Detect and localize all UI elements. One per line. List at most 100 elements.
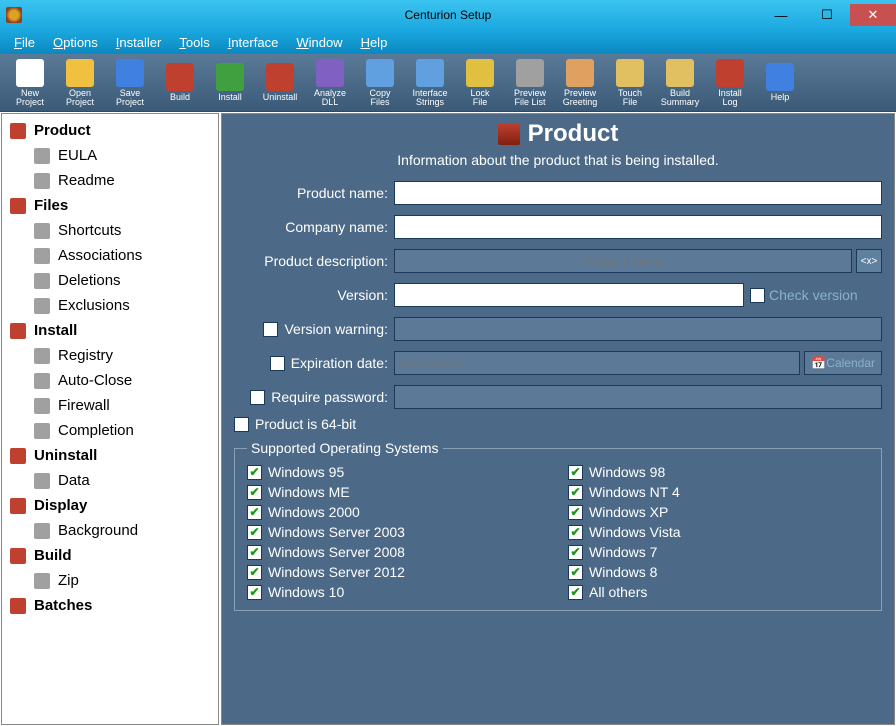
os-checkbox[interactable]: ✔ [568, 585, 583, 600]
os-checkbox[interactable]: ✔ [568, 485, 583, 500]
os-item-windows-nt-4[interactable]: ✔Windows NT 4 [568, 484, 869, 500]
sidebar-item-readme[interactable]: Readme [2, 168, 218, 193]
sidebar-item-build[interactable]: Build [2, 543, 218, 568]
product-name-input[interactable] [394, 181, 882, 205]
sidebar-item-uninstall[interactable]: Uninstall [2, 443, 218, 468]
os-checkbox[interactable]: ✔ [247, 505, 262, 520]
os-checkbox[interactable]: ✔ [568, 545, 583, 560]
close-button[interactable]: ✕ [850, 4, 896, 26]
os-item-windows-7[interactable]: ✔Windows 7 [568, 544, 869, 560]
company-name-input[interactable] [394, 215, 882, 239]
toolbar-uninstall[interactable]: Uninstall [256, 57, 304, 109]
sidebar-item-display[interactable]: Display [2, 493, 218, 518]
page-subtitle: Information about the product that is be… [234, 152, 882, 168]
toolbar-install-log[interactable]: Install Log [706, 57, 754, 109]
toolbar-label: Analyze DLL [314, 89, 346, 107]
os-item-windows-98[interactable]: ✔Windows 98 [568, 464, 869, 480]
sidebar-item-auto-close[interactable]: Auto-Close [2, 368, 218, 393]
sidebar-item-associations[interactable]: Associations [2, 243, 218, 268]
sidebar-item-files[interactable]: Files [2, 193, 218, 218]
toolbar-lock-file[interactable]: Lock File [456, 57, 504, 109]
is-64bit-checkbox[interactable] [234, 417, 249, 432]
toolbar-icon [416, 59, 444, 87]
os-checkbox[interactable]: ✔ [568, 565, 583, 580]
toolbar-save-project[interactable]: Save Project [106, 57, 154, 109]
toolbar-preview-file list[interactable]: Preview File List [506, 57, 554, 109]
os-item-windows-server-2012[interactable]: ✔Windows Server 2012 [247, 564, 548, 580]
menu-interface[interactable]: Interface [220, 33, 287, 52]
password-input[interactable] [394, 385, 882, 409]
os-checkbox[interactable]: ✔ [568, 465, 583, 480]
toolbar-preview-greeting[interactable]: Preview Greeting [556, 57, 604, 109]
sidebar-item-data[interactable]: Data [2, 468, 218, 493]
os-checkbox[interactable]: ✔ [247, 545, 262, 560]
os-item-windows-8[interactable]: ✔Windows 8 [568, 564, 869, 580]
os-item-windows-vista[interactable]: ✔Windows Vista [568, 524, 869, 540]
os-checkbox[interactable]: ✔ [247, 565, 262, 580]
sidebar-item-completion[interactable]: Completion [2, 418, 218, 443]
sidebar-item-zip[interactable]: Zip [2, 568, 218, 593]
version-input[interactable] [394, 283, 744, 307]
os-checkbox[interactable]: ✔ [568, 505, 583, 520]
os-item-windows-server-2003[interactable]: ✔Windows Server 2003 [247, 524, 548, 540]
toolbar-label: New Project [16, 89, 44, 107]
toolbar-touch-file[interactable]: Touch File [606, 57, 654, 109]
window-buttons: — ☐ ✕ [758, 4, 896, 26]
app-icon [6, 7, 22, 23]
expiration-checkbox[interactable] [270, 356, 285, 371]
toolbar-copy-files[interactable]: Copy Files [356, 57, 404, 109]
menu-file[interactable]: File [6, 33, 43, 52]
os-checkbox[interactable]: ✔ [568, 525, 583, 540]
menu-options[interactable]: Options [45, 33, 106, 52]
sidebar-item-install[interactable]: Install [2, 318, 218, 343]
toolbar-open-project[interactable]: Open Project [56, 57, 104, 109]
os-label: Windows 95 [268, 464, 344, 480]
sidebar-item-deletions[interactable]: Deletions [2, 268, 218, 293]
toolbar-label: Uninstall [263, 93, 298, 102]
os-item-windows-server-2008[interactable]: ✔Windows Server 2008 [247, 544, 548, 560]
calendar-button[interactable]: 📅 Calendar [804, 351, 882, 375]
sidebar-item-batches[interactable]: Batches [2, 593, 218, 618]
sidebar-label: Zip [58, 572, 79, 589]
sidebar-item-registry[interactable]: Registry [2, 343, 218, 368]
sidebar-item-shortcuts[interactable]: Shortcuts [2, 218, 218, 243]
version-warning-input[interactable] [394, 317, 882, 341]
sidebar-item-exclusions[interactable]: Exclusions [2, 293, 218, 318]
os-checkbox[interactable]: ✔ [247, 585, 262, 600]
os-item-windows-2000[interactable]: ✔Windows 2000 [247, 504, 548, 520]
minimize-button[interactable]: — [758, 4, 804, 26]
sidebar-item-firewall[interactable]: Firewall [2, 393, 218, 418]
sidebar-item-product[interactable]: Product [2, 118, 218, 143]
menu-help[interactable]: Help [353, 33, 396, 52]
product-description-input[interactable] [394, 249, 852, 273]
sidebar-icon [32, 221, 52, 241]
toolbar-help[interactable]: Help [756, 57, 804, 109]
maximize-button[interactable]: ☐ [804, 4, 850, 26]
menu-tools[interactable]: Tools [171, 33, 217, 52]
toolbar-icon [566, 59, 594, 87]
os-checkbox[interactable]: ✔ [247, 485, 262, 500]
os-item-windows-10[interactable]: ✔Windows 10 [247, 584, 548, 600]
os-item-windows-95[interactable]: ✔ Windows 95 [247, 464, 548, 480]
os-item-windows-me[interactable]: ✔Windows ME [247, 484, 548, 500]
os-checkbox[interactable]: ✔ [247, 465, 262, 480]
sidebar-item-eula[interactable]: EULA [2, 143, 218, 168]
toolbar-install[interactable]: Install [206, 57, 254, 109]
version-warning-checkbox[interactable] [263, 322, 278, 337]
expiration-input[interactable] [394, 351, 800, 375]
os-item-all-others[interactable]: ✔All others [568, 584, 869, 600]
os-item-windows-xp[interactable]: ✔Windows XP [568, 504, 869, 520]
description-edit-button[interactable]: <x> [856, 249, 882, 273]
os-checkbox[interactable]: ✔ [247, 525, 262, 540]
check-version-checkbox[interactable] [750, 288, 765, 303]
toolbar-interface-strings[interactable]: Interface Strings [406, 57, 454, 109]
toolbar-build[interactable]: Build [156, 57, 204, 109]
toolbar-new-project[interactable]: New Project [6, 57, 54, 109]
menu-window[interactable]: Window [288, 33, 350, 52]
password-checkbox[interactable] [250, 390, 265, 405]
label-is-64bit: Product is 64-bit [255, 416, 356, 432]
menu-installer[interactable]: Installer [108, 33, 170, 52]
sidebar-item-background[interactable]: Background [2, 518, 218, 543]
toolbar-build-summary[interactable]: Build Summary [656, 57, 704, 109]
toolbar-analyze-dll[interactable]: Analyze DLL [306, 57, 354, 109]
